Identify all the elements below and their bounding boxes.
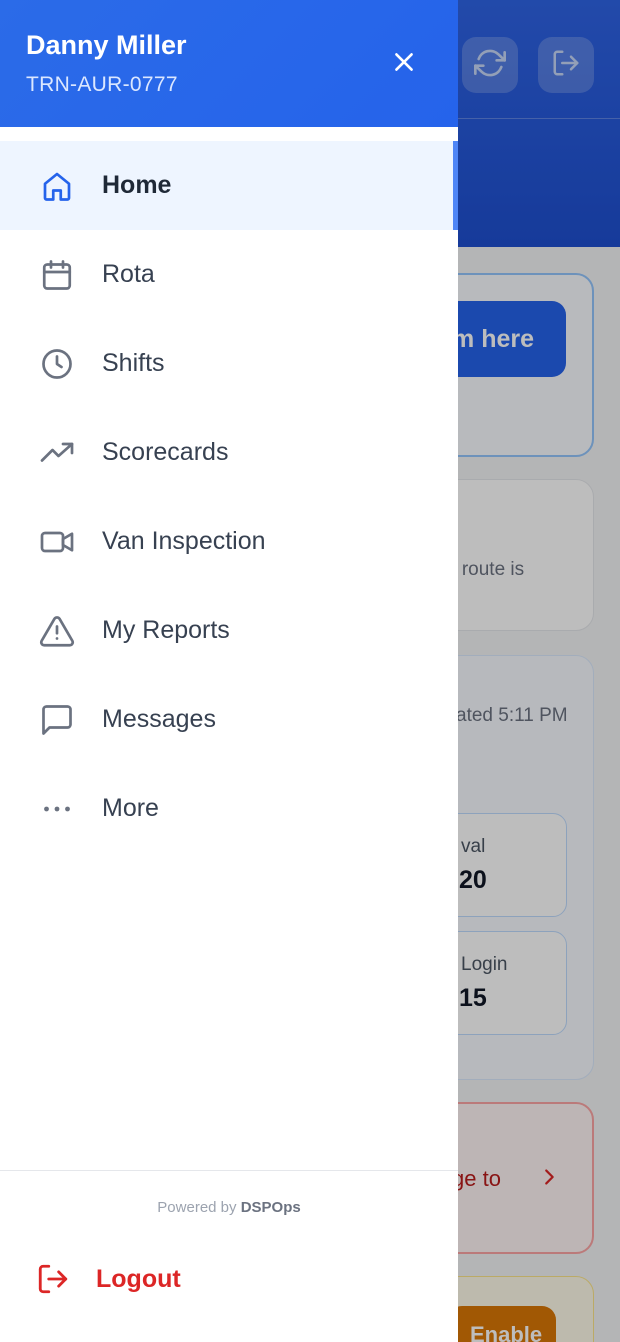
menu-item-home[interactable]: Home [0, 141, 458, 230]
menu-label: Van Inspection [102, 527, 266, 555]
drawer-header: Danny Miller TRN-AUR-0777 [0, 0, 458, 127]
warning-triangle-icon [38, 612, 76, 650]
menu-label: Messages [102, 705, 216, 733]
menu-item-rota[interactable]: Rota [0, 230, 458, 319]
logout-label: Logout [96, 1265, 181, 1293]
video-camera-icon [38, 523, 76, 561]
menu-item-more[interactable]: More [0, 764, 458, 853]
powered-by: Powered by DSPOps [0, 1199, 458, 1216]
powered-brand: DSPOps [240, 1199, 301, 1216]
menu-label: Home [102, 171, 172, 199]
trending-up-icon [38, 434, 76, 472]
clock-icon [38, 345, 76, 383]
navigation-drawer: Danny Miller TRN-AUR-0777 Home Rota Shif… [0, 0, 458, 1342]
powered-prefix: Powered by [157, 1199, 237, 1216]
more-horizontal-icon [38, 790, 76, 828]
menu-label: Rota [102, 260, 155, 288]
menu-label: My Reports [102, 616, 230, 644]
user-id: TRN-AUR-0777 [26, 73, 178, 96]
menu-label: Scorecards [102, 438, 229, 466]
logout-button[interactable]: Logout [0, 1248, 458, 1312]
menu-label: More [102, 794, 159, 822]
menu-item-scorecards[interactable]: Scorecards [0, 408, 458, 497]
drawer-menu: Home Rota Shifts Scorecards Van Inspecti… [0, 141, 458, 853]
menu-item-van-inspection[interactable]: Van Inspection [0, 497, 458, 586]
close-icon [391, 49, 417, 80]
menu-label: Shifts [102, 349, 165, 377]
menu-item-shifts[interactable]: Shifts [0, 319, 458, 408]
home-icon [38, 167, 76, 205]
menu-item-my-reports[interactable]: My Reports [0, 586, 458, 675]
calendar-icon [38, 256, 76, 294]
logout-icon [36, 1262, 72, 1298]
message-square-icon [38, 701, 76, 739]
user-name: Danny Miller [26, 30, 187, 60]
close-drawer-button[interactable] [382, 42, 426, 86]
menu-item-messages[interactable]: Messages [0, 675, 458, 764]
footer-divider [0, 1170, 458, 1171]
